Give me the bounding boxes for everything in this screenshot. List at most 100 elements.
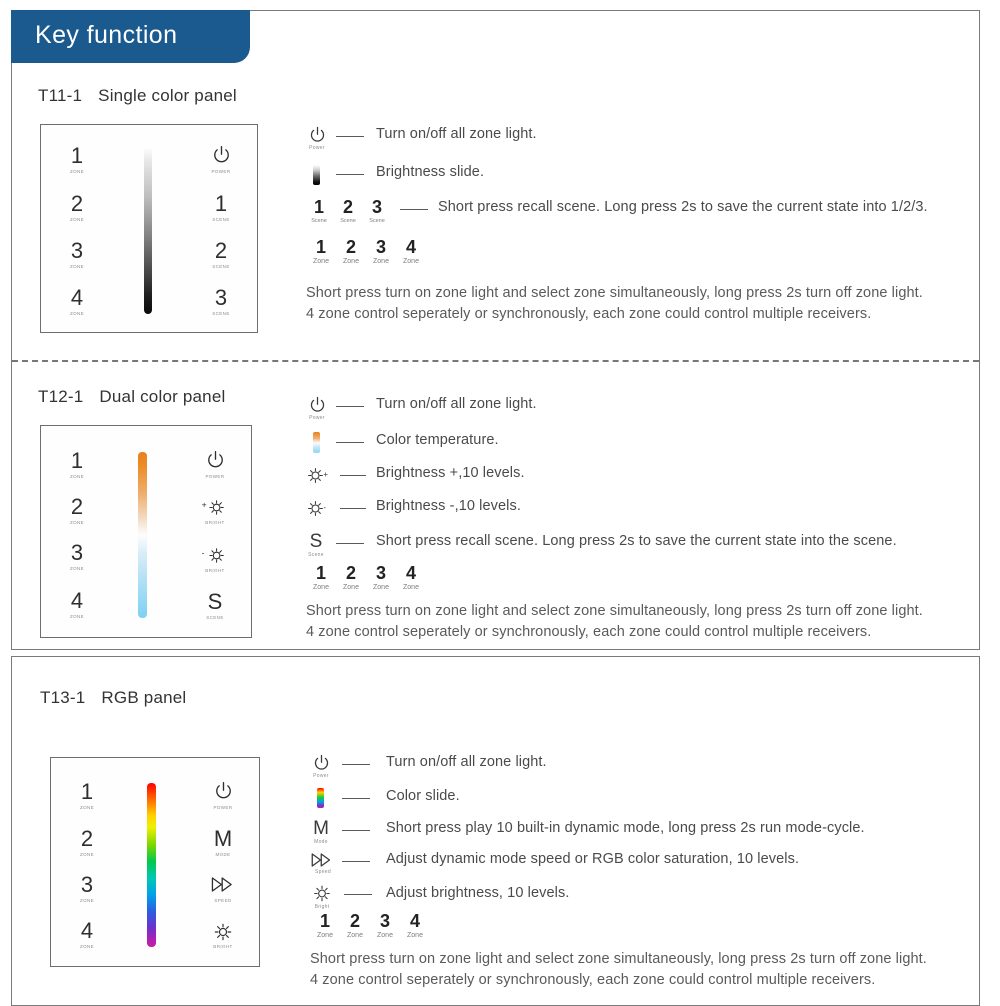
speed-key[interactable]: SPEED	[187, 876, 259, 903]
zone-chip-3: 3 Zone	[373, 237, 389, 265]
zone-chip-4: 4 Zone	[403, 237, 419, 265]
brightness-down-key[interactable]: - BRIGHT	[179, 546, 251, 574]
svg-text:+: +	[202, 500, 207, 510]
legend-dash	[340, 475, 366, 476]
zone-key-3[interactable]: 3 ZONE	[41, 542, 113, 572]
brightness-icon	[187, 922, 259, 942]
paragraph-line1-t11: Short press turn on zone light and selec…	[306, 285, 923, 301]
power-icon: Power	[306, 396, 328, 421]
zone-chip-2: 2 Zone	[343, 563, 359, 591]
scene-s-icon: S Scene	[308, 531, 324, 558]
section-title-t11: T11-1 Single color panel	[38, 86, 237, 106]
paragraph-line1-t12: Short press turn on zone light and selec…	[306, 603, 923, 619]
speed-icon: Speed	[310, 852, 336, 875]
scene-key-3[interactable]: 3 SCENE	[185, 287, 257, 317]
power-icon	[187, 781, 259, 803]
section-name-t11: Single color panel	[98, 86, 237, 105]
legend-dash	[342, 861, 370, 862]
legend-dash	[342, 764, 370, 765]
legend-text-power: Turn on/off all zone light.	[376, 126, 537, 142]
power-key[interactable]: POWER	[185, 145, 257, 174]
section-name-t12: Dual color panel	[99, 387, 226, 406]
section-code-t12: T12-1	[38, 387, 84, 406]
device-panel-t12: 1 ZONE 2 ZONE 3 ZONE 4 ZONE POWER + BRIG…	[40, 425, 252, 638]
zone-key-2[interactable]: 2 ZONE	[51, 828, 123, 858]
zone-key-2[interactable]: 2 ZONE	[41, 496, 113, 526]
legend-dash	[336, 442, 364, 443]
legend-dash	[336, 136, 364, 137]
zone-key-1[interactable]: 1 ZONE	[41, 450, 113, 480]
legend-text-speed: Adjust dynamic mode speed or RGB color s…	[386, 851, 800, 867]
legend-dash	[342, 798, 370, 799]
section-title-t12: T12-1 Dual color panel	[38, 387, 225, 407]
zone-key-3[interactable]: 3 ZONE	[51, 874, 123, 904]
key-function-page: Key function T11-1 Single color panel 1 Z…	[0, 0, 1000, 1006]
paragraph-line1-t13: Short press turn on zone light and selec…	[310, 951, 927, 967]
power-icon	[185, 145, 257, 167]
zone-key-2[interactable]: 2 ZONE	[41, 193, 113, 223]
legend-text-power: Turn on/off all zone light.	[376, 396, 537, 412]
paragraph-line2-t12: 4 zone control seperately or synchronous…	[306, 624, 872, 640]
legend-text-color-slide: Color slide.	[386, 788, 460, 804]
legend-text-brightness-down: Brightness -,10 levels.	[376, 498, 521, 514]
speed-icon	[187, 876, 259, 896]
color-slide-icon	[317, 788, 324, 808]
zone-key-1[interactable]: 1 ZONE	[51, 781, 123, 811]
device-panel-t13: 1 ZONE 2 ZONE 3 ZONE 4 ZONE POWER M MODE…	[50, 757, 260, 967]
brightness-up-icon: +	[305, 466, 339, 485]
scene-key-2[interactable]: 2 SCENE	[185, 240, 257, 270]
scene-key-s[interactable]: S SCENE	[179, 591, 251, 621]
legend-text-color-temperature: Color temperature.	[376, 432, 499, 448]
legend-dash	[336, 174, 364, 175]
zone-chip-4: 4 Zone	[403, 563, 419, 591]
section-name-t13: RGB panel	[101, 688, 187, 707]
zone-chip-1: 1 Zone	[317, 911, 333, 939]
mode-key[interactable]: M MODE	[187, 828, 259, 858]
zone-chip-3: 3 Zone	[373, 563, 389, 591]
paragraph-line2-t13: 4 zone control seperately or synchronous…	[310, 972, 876, 988]
color-slider[interactable]	[147, 783, 156, 947]
svg-text:+: +	[323, 470, 328, 479]
device-panel-t11: 1 ZONE 2 ZONE 3 ZONE 4 ZONE POWER 1 SCEN…	[40, 124, 258, 333]
legend-dash	[400, 209, 428, 210]
mode-icon: M Mode	[313, 818, 329, 845]
legend-text-scene: Short press recall scene. Long press 2s …	[438, 199, 928, 215]
brightness-slider[interactable]	[144, 147, 152, 314]
color-temperature-icon	[313, 432, 320, 453]
power-key[interactable]: POWER	[187, 781, 259, 810]
legend-dash	[336, 543, 364, 544]
legend-text-brightness-up: Brightness +,10 levels.	[376, 465, 525, 481]
brightness-up-key[interactable]: + BRIGHT	[179, 498, 251, 526]
legend-dash	[336, 406, 364, 407]
brightness-down-icon: -	[179, 546, 251, 566]
zone-key-4[interactable]: 4 ZONE	[41, 287, 113, 317]
brightness-slide-icon	[313, 165, 320, 185]
page-title: Key function	[35, 21, 178, 49]
section-code-t13: T13-1	[40, 688, 86, 707]
brightness-up-icon: +	[179, 498, 251, 518]
paragraph-line2-t11: 4 zone control seperately or synchronous…	[306, 306, 872, 322]
zone-chip-2: 2 Zone	[343, 237, 359, 265]
cct-slider[interactable]	[138, 452, 147, 618]
key-function-header-tab: Key function	[11, 10, 250, 63]
brightness-key[interactable]: BRIGHT	[187, 922, 259, 949]
zone-key-3[interactable]: 3 ZONE	[41, 240, 113, 270]
section-code-t11: T11-1	[38, 86, 83, 105]
legend-text-power: Turn on/off all zone light.	[386, 754, 547, 770]
zone-chip-2: 2 Zone	[347, 911, 363, 939]
power-icon: Power	[310, 754, 332, 779]
brightness-down-icon: -	[305, 499, 339, 518]
legend-dash	[344, 894, 372, 895]
zone-key-4[interactable]: 4 ZONE	[41, 590, 113, 620]
section-divider-dashed	[12, 360, 979, 362]
zone-chip-3: 3 Zone	[377, 911, 393, 939]
section-title-t13: T13-1 RGB panel	[40, 688, 186, 708]
legend-dash	[342, 830, 370, 831]
legend-text-scene-s: Short press recall scene. Long press 2s …	[376, 533, 897, 549]
zone-chip-4: 4 Zone	[407, 911, 423, 939]
zone-key-1[interactable]: 1 ZONE	[41, 145, 113, 175]
zone-key-4[interactable]: 4 ZONE	[51, 920, 123, 950]
scene-key-1[interactable]: 1 SCENE	[185, 193, 257, 223]
zone-chip-1: 1 Zone	[313, 237, 329, 265]
power-key[interactable]: POWER	[179, 450, 251, 479]
